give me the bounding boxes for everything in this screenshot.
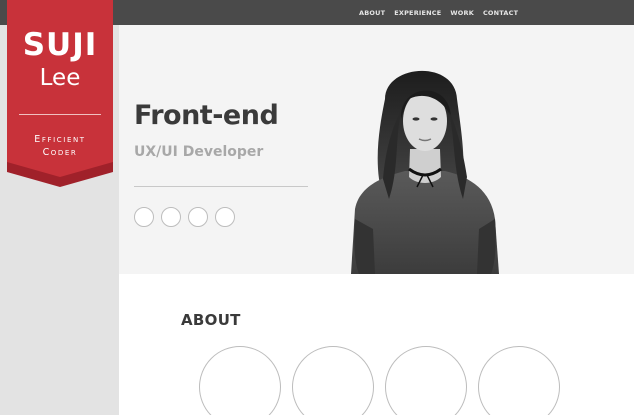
hero-section: Front-end UX/UI Developer [119, 25, 634, 274]
about-circle-card-4[interactable] [478, 346, 560, 415]
main-nav: ABOUT EXPERIENCE WORK CONTACT [359, 0, 527, 25]
logo-divider [19, 114, 101, 115]
social-icon-4[interactable] [215, 207, 235, 227]
hero-subheadline: UX/UI Developer [134, 144, 264, 160]
social-links [134, 207, 235, 227]
nav-experience[interactable]: EXPERIENCE [394, 9, 441, 17]
nav-contact[interactable]: CONTACT [483, 9, 518, 17]
social-icon-3[interactable] [188, 207, 208, 227]
logo-ribbon[interactable]: SUJI Lee Efficient Coder [7, 0, 113, 187]
logo-first-name: SUJI [22, 27, 98, 63]
logo-tagline-line2: Coder [42, 147, 78, 158]
hero-divider [134, 186, 308, 187]
logo-last-name: Lee [39, 65, 81, 91]
logo-tagline-line1: Efficient [34, 134, 86, 145]
nav-about[interactable]: ABOUT [359, 9, 385, 17]
hero-headline: Front-end [134, 100, 279, 131]
social-icon-1[interactable] [134, 207, 154, 227]
nav-work[interactable]: WORK [450, 9, 474, 17]
about-circle-card-3[interactable] [385, 346, 467, 415]
about-circle-card-1[interactable] [199, 346, 281, 415]
about-circle-card-2[interactable] [292, 346, 374, 415]
portfolio-page: ABOUT EXPERIENCE WORK CONTACT Front-end … [0, 0, 634, 415]
profile-photo [351, 70, 499, 274]
about-section-title: ABOUT [181, 311, 241, 329]
social-icon-2[interactable] [161, 207, 181, 227]
